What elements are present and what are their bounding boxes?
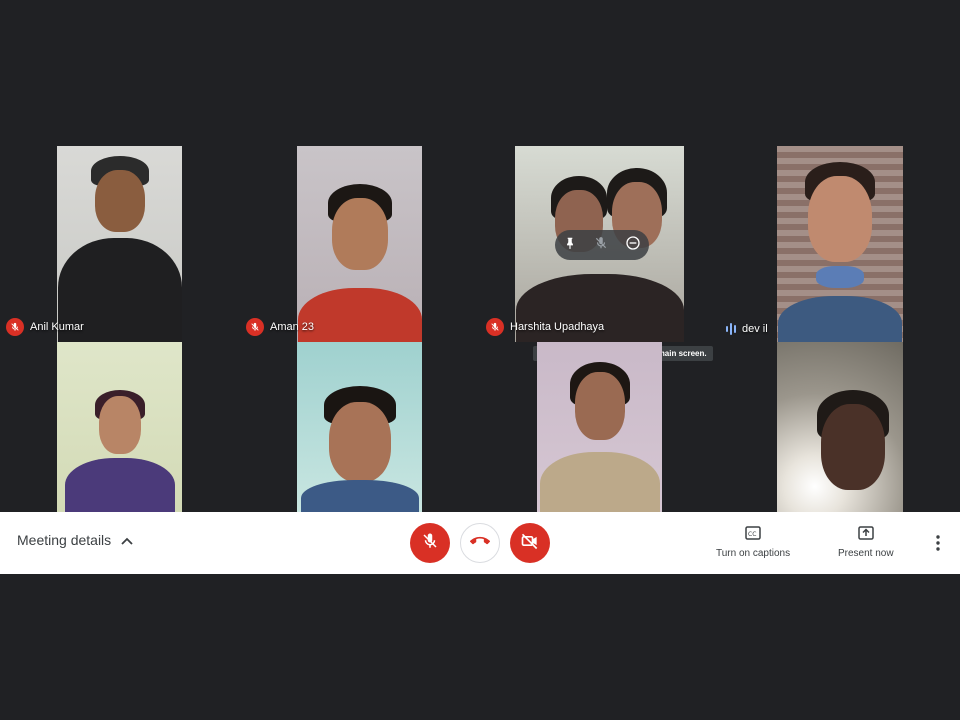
meeting-details-button[interactable]: Meeting details [17,532,133,548]
participant-tile[interactable]: Anil Kumar [0,146,240,342]
meeting-details-label: Meeting details [17,532,112,548]
present-screen-icon [858,526,874,543]
present-now-button[interactable]: Present now [838,526,894,559]
participant-tile[interactable] [480,342,720,512]
hang-up-icon [470,531,490,556]
more-options-button[interactable] [930,534,946,557]
participant-video [297,146,422,342]
participant-tile[interactable] [240,342,480,512]
participant-tile[interactable] [720,342,960,512]
toggle-camera-button[interactable] [510,523,550,563]
closed-captions-icon: CC [745,526,761,543]
participant-name-tag: Anil Kumar [6,318,84,336]
participant-video [297,342,422,512]
camera-off-icon [520,531,540,556]
more-vert-icon [930,535,946,556]
svg-text:CC: CC [748,531,756,538]
participant-tile[interactable] [0,342,240,512]
participant-video [537,342,662,512]
mic-off-icon [246,318,264,336]
participant-grid: Anil Kumar Aman 23 main screen. Harshita… [0,146,960,512]
participant-name: Anil Kumar [30,321,84,333]
mic-off-icon [6,318,24,336]
mic-off-icon[interactable] [594,236,608,255]
participant-name-tag: dev il [726,322,768,336]
participant-name: Aman 23 [270,321,315,333]
participant-name: Harshita Upadhaya [510,321,605,333]
participant-video [777,146,903,342]
participant-video [777,342,903,512]
meeting-control-bar: Meeting details CC Turn on captions Pres… [0,512,960,574]
leave-call-button[interactable] [460,523,500,563]
toggle-microphone-button[interactable] [410,523,450,563]
mic-off-icon [486,318,504,336]
present-label: Present now [838,548,894,559]
participant-name-tag: Aman 23 [246,318,314,336]
speaking-indicator-icon [726,322,736,336]
participant-tile[interactable]: Aman 23 [240,146,480,342]
participant-name-tag: Harshita Upadhaya [486,318,604,336]
participant-video [57,342,182,512]
captions-label: Turn on captions [716,548,791,559]
participant-tile[interactable]: dev il [720,146,960,342]
mic-off-icon [421,532,439,555]
chevron-up-icon [121,532,133,548]
participant-tile[interactable]: Pin Harshita Upadhaya to your main scree… [480,146,720,361]
participant-hover-controls: Pin Harshita Upadhaya to your main scree… [533,230,713,361]
remove-icon[interactable] [625,235,641,256]
participant-video [57,146,182,342]
pin-icon[interactable] [563,236,577,255]
captions-button[interactable]: CC Turn on captions [716,526,790,559]
participant-name: dev il [742,323,768,335]
